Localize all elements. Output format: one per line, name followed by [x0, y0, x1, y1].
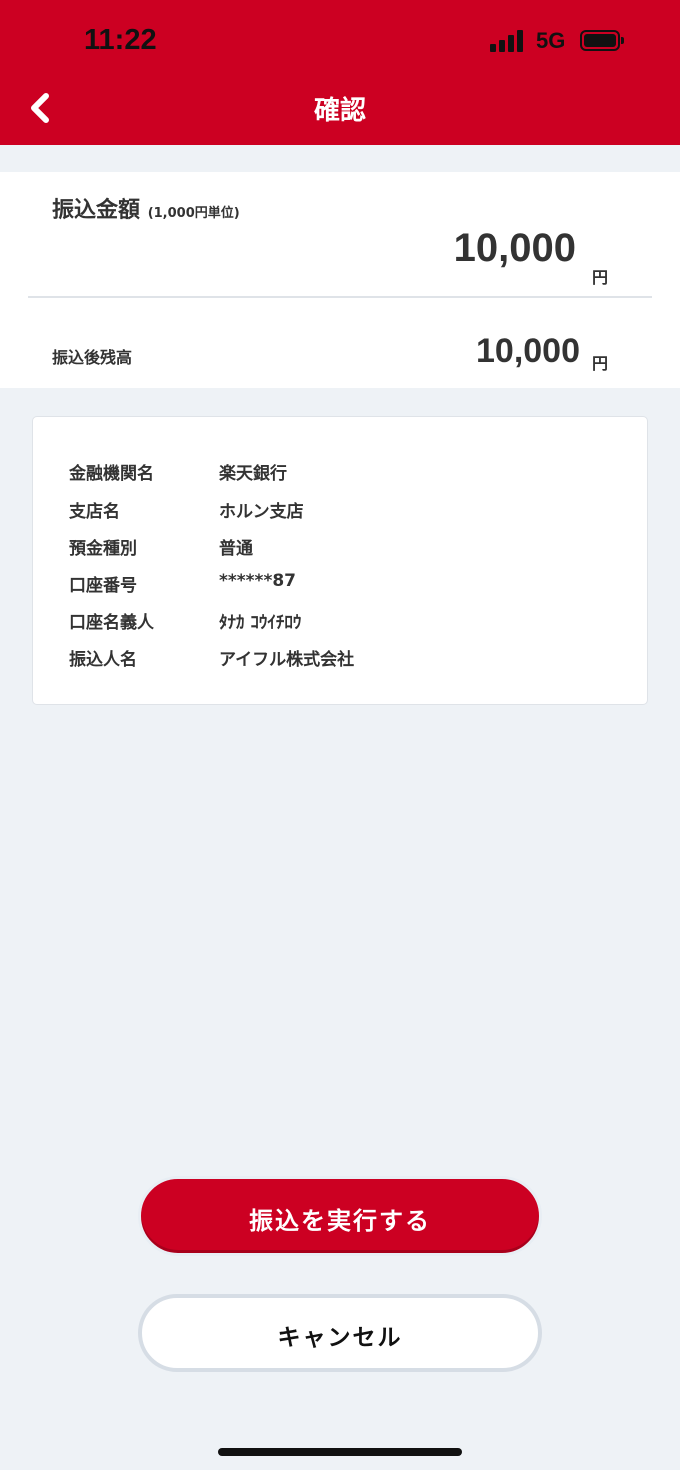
amount-label: 振込金額 (1,000円単位) [52, 192, 240, 224]
balance-label: 振込後残高 [52, 348, 133, 367]
balance-value: 10,000 [476, 332, 580, 370]
detail-key: 振込人名 [69, 650, 137, 670]
detail-value: ******87 [219, 571, 296, 591]
detail-key: 口座名義人 [69, 613, 154, 633]
recipient-details-card: 金融機関名 楽天銀行 支店名 ホルン支店 預金種別 普通 口座番号 ******… [32, 416, 648, 705]
cancel-button[interactable]: キャンセル [138, 1294, 542, 1372]
network-label: 5G [536, 28, 566, 53]
signal-icon [490, 28, 526, 54]
page-title: 確認 [313, 96, 366, 126]
amount-currency: 円 [591, 268, 608, 287]
detail-key: 金融機関名 [69, 464, 154, 484]
battery-icon [580, 30, 624, 51]
detail-value: アイフル株式会社 [219, 650, 355, 670]
detail-key: 支店名 [69, 502, 120, 522]
balance-currency: 円 [591, 354, 608, 373]
home-indicator [218, 1448, 462, 1456]
app-header: 11:22 5G 確認 [0, 0, 680, 145]
cancel-label: キャンセル [277, 1325, 403, 1351]
status-time: 11:22 [84, 24, 157, 56]
execute-transfer-button[interactable]: 振込を実行する [138, 1176, 542, 1256]
detail-value: 楽天銀行 [219, 464, 287, 484]
detail-value: ホルン支店 [219, 502, 304, 522]
execute-transfer-label: 振込を実行する [249, 1207, 431, 1235]
amount-value: 10,000 [453, 226, 576, 270]
detail-value: 普通 [219, 539, 253, 559]
divider [28, 296, 652, 298]
transfer-amount-card: 振込金額 (1,000円単位) 10,000 円 振込後残高 10,000 円 [0, 172, 680, 388]
detail-key: 預金種別 [69, 539, 137, 559]
detail-value: ﾀﾅｶ ｺｳｲﾁﾛｳ [219, 613, 302, 633]
amount-unit-note: (1,000円単位) [147, 206, 240, 221]
detail-key: 口座番号 [69, 576, 137, 596]
amount-label-text: 振込金額 [52, 198, 141, 223]
